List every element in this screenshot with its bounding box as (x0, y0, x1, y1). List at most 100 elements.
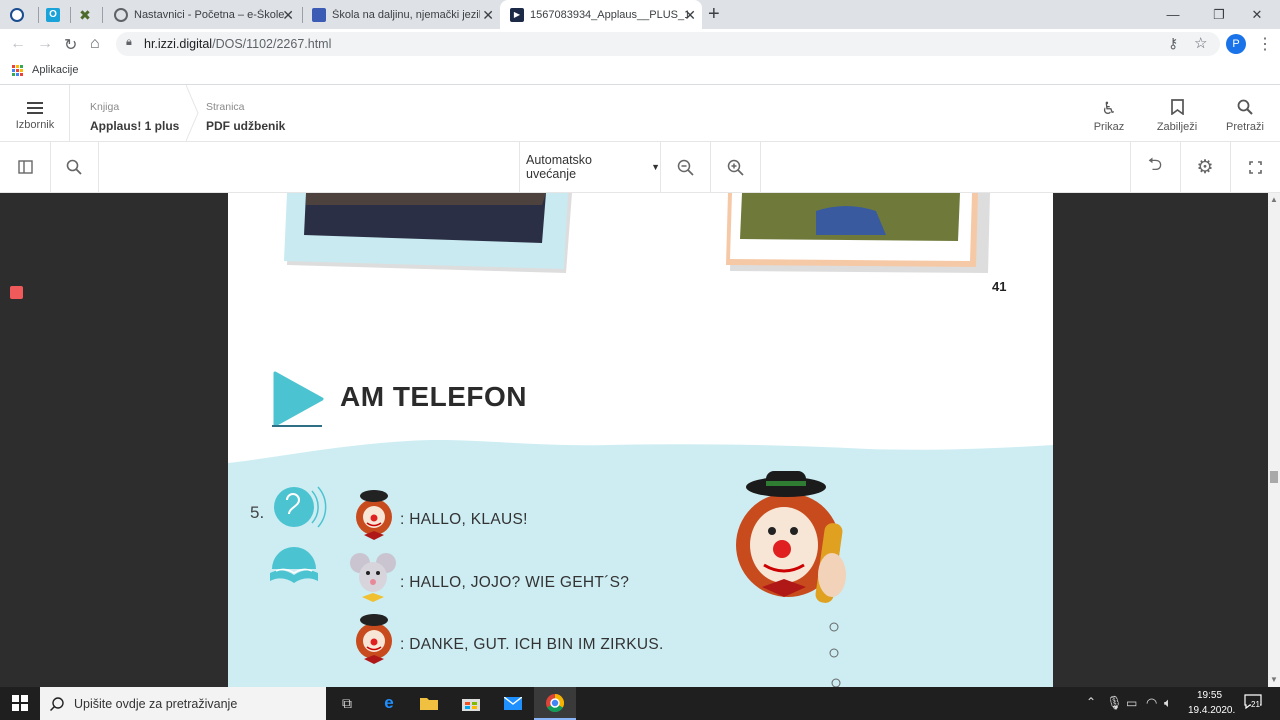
breadcrumb-page[interactable]: Stranica PDF udžbenik (200, 85, 320, 141)
taskbar-search-placeholder: Upišite ovdje za pretraživanje (74, 696, 238, 711)
book-title: Applaus! 1 plus (90, 119, 180, 133)
dialog-line: : HALLO, KLAUS! (400, 511, 528, 528)
close-window-icon[interactable]: ✕ (1234, 0, 1280, 29)
close-icon[interactable]: ✕ (282, 7, 294, 24)
tab-divider (70, 7, 71, 23)
edge-icon[interactable]: e (378, 693, 400, 713)
battery-icon[interactable]: ▭ (1126, 696, 1137, 710)
bookmarks-bar: Aplikacije (0, 59, 1280, 85)
tab-nastavnici[interactable]: Nastavnici - Početna – e-Škole ✕ (104, 0, 300, 29)
page-number: 41 (992, 279, 1007, 294)
undo-button[interactable]: ⮌ (1130, 142, 1180, 192)
play-icon: ▶ (510, 7, 524, 22)
zabiljezi-button[interactable]: Zabilježi (1147, 99, 1207, 133)
divider (98, 142, 99, 192)
clock-date[interactable]: 19.4.2020. (1188, 705, 1235, 716)
section-title: AM TELEFON (340, 381, 527, 412)
tools-icon: ✖ (79, 6, 91, 23)
dialog-line: : HALLO, JOJO? WIE GEHT´S? (400, 574, 630, 591)
scroll-down-icon[interactable]: ▼ (1270, 675, 1278, 684)
page-scrollbar[interactable]: ▲ ▼ (1268, 193, 1280, 687)
home-icon[interactable]: ⌂ (90, 35, 100, 53)
menu-button[interactable]: Izbornik (0, 85, 70, 141)
wifi-icon[interactable]: ◠ (1146, 695, 1157, 711)
zoom-in-icon (727, 159, 744, 176)
feather-icon (10, 7, 24, 22)
zoom-in-button[interactable] (710, 142, 760, 192)
bookmark-apps[interactable]: Aplikacije (32, 64, 78, 76)
chrome-icon (546, 694, 564, 712)
play-triangle-icon (272, 371, 324, 427)
tab-divider (102, 7, 103, 23)
url-host: hr.izzi.digital (144, 37, 213, 51)
url-path: /DOS/1102/2267.html (212, 37, 332, 51)
fullscreen-button[interactable] (1230, 142, 1280, 192)
file-explorer-icon[interactable] (418, 693, 440, 713)
omnibox[interactable]: 🔒︎ hr.izzi.digital/DOS/1102/2267.html ⚷ … (116, 32, 1220, 56)
tab-title: 1567083934_Applaus__PLUS_1_U (530, 8, 688, 21)
more-menu-icon[interactable]: ⋮ (1257, 34, 1273, 54)
lock-icon: 🔒︎ (126, 36, 132, 48)
close-icon[interactable]: ✕ (482, 7, 494, 24)
address-bar: ← → ↻ ⌂ 🔒︎ hr.izzi.digital/DOS/1102/2267… (0, 29, 1280, 59)
menu-label: Izbornik (15, 119, 55, 131)
globe-icon (114, 7, 128, 22)
search-icon (50, 696, 64, 711)
fullscreen-icon (1248, 160, 1262, 174)
tab-pinned-2[interactable]: O (46, 0, 68, 29)
sidebar-toggle-button[interactable] (0, 142, 50, 192)
star-icon[interactable]: ☆ (1194, 34, 1207, 52)
tab-pinned-3[interactable]: ✖ (78, 0, 100, 29)
pdf-viewer[interactable]: 41 AM TELEFON 5.: HALLO, KLAUS!: HALLO… (0, 193, 1268, 687)
chrome-taskbar-button[interactable] (534, 687, 576, 720)
tab-divider (38, 7, 39, 23)
settings-button[interactable]: ⚙ (1180, 142, 1230, 192)
store-icon[interactable] (460, 693, 482, 713)
zabiljezi-label: Zabilježi (1156, 121, 1198, 133)
windows-start-icon[interactable] (9, 693, 31, 713)
tab-pinned-1[interactable] (10, 0, 36, 29)
forward-icon[interactable]: → (37, 35, 53, 53)
task-view-icon[interactable]: ⧉ (336, 693, 358, 713)
taskbar-search[interactable]: Upišite ovdje za pretraživanje (40, 687, 326, 720)
scroll-thumb[interactable] (1270, 471, 1278, 483)
reply-arrow-icon: ⮌ (1147, 154, 1163, 174)
pretrazi-button[interactable]: Pretraži (1215, 99, 1275, 133)
microphone-icon[interactable]: 🎙︎ (1106, 695, 1123, 711)
viewer-toolbar: Automatsko uvećanje ▼ ⮌ ⚙ (0, 142, 1280, 193)
scroll-up-icon[interactable]: ▲ (1270, 195, 1278, 204)
hamburger-icon (27, 102, 43, 114)
page-caption: Stranica (206, 101, 245, 113)
zoom-select[interactable]: Automatsko uvećanje ▼ (520, 142, 660, 192)
back-icon[interactable]: ← (10, 35, 26, 53)
clock-time[interactable]: 19:55 (1197, 690, 1222, 701)
key-icon[interactable]: ⚷ (1168, 35, 1178, 52)
prikaz-label: Prikaz (1093, 121, 1125, 133)
photo-right (726, 193, 990, 273)
apps-grid-icon[interactable] (12, 65, 24, 77)
profile-avatar[interactable]: P (1226, 34, 1246, 54)
divider (760, 142, 761, 192)
annotation-marker[interactable] (10, 286, 23, 299)
minimize-icon[interactable]: — (1150, 0, 1196, 29)
volume-icon[interactable]: 🔈︎ (1164, 695, 1172, 711)
breadcrumb-book[interactable]: Knjiga Applaus! 1 plus (70, 85, 198, 141)
notification-center-icon[interactable]: 21 (1244, 694, 1264, 712)
close-icon[interactable]: ✕ (684, 7, 696, 24)
search-icon (1215, 99, 1275, 119)
phone-cord (829, 622, 841, 687)
zoom-out-button[interactable] (660, 142, 710, 192)
reload-icon[interactable]: ↻ (64, 35, 77, 55)
mail-icon[interactable] (502, 693, 524, 713)
o-icon: O (46, 7, 60, 22)
calendar-icon (312, 7, 326, 22)
accessibility-icon: ♿︎ (1101, 99, 1117, 118)
tab-skola[interactable]: Škola na daljinu, njemački jezik u ✕ (304, 0, 500, 29)
tray-chevron-icon[interactable]: ⌃ (1086, 695, 1096, 709)
tab-applaus[interactable]: ▶ 1567083934_Applaus__PLUS_1_U ✕ (500, 0, 702, 29)
search-icon (66, 159, 82, 175)
new-tab-icon[interactable]: + (708, 0, 728, 29)
find-button[interactable] (50, 142, 98, 192)
read-book-icon (270, 547, 318, 583)
prikaz-button[interactable]: ♿︎ Prikaz (1079, 99, 1139, 133)
